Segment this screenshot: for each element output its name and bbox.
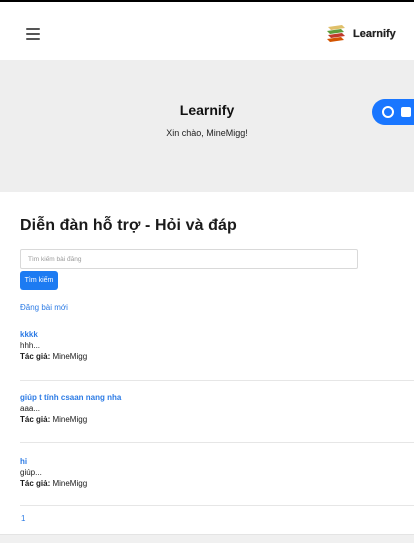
post-title[interactable]: hi xyxy=(20,456,414,467)
navbar: Learnify xyxy=(0,8,414,60)
post-excerpt: hhh... xyxy=(20,341,41,350)
hero-title: Learnify xyxy=(179,102,235,118)
brand-name: Learnify xyxy=(353,28,396,40)
post-item: giúp t tính csaan nang nha aaa... Tác gi… xyxy=(20,392,414,425)
post-excerpt: giúp... xyxy=(20,468,42,477)
refresh-icon[interactable] xyxy=(382,106,394,118)
hero-banner: Learnify Xin chào, MineMigg! xyxy=(0,60,414,192)
camera-icon[interactable] xyxy=(401,107,411,117)
post-item: kkkk hhh... Tác giả: MineMigg xyxy=(20,329,414,362)
brand-logo[interactable]: Learnify xyxy=(324,22,404,46)
search-input[interactable] xyxy=(20,249,358,269)
divider xyxy=(20,380,414,381)
author-label: Tác giả: xyxy=(20,352,51,361)
post-excerpt: aaa... xyxy=(20,404,41,413)
floating-action-button[interactable] xyxy=(372,99,414,125)
page-title: Diễn đàn hỗ trợ - Hỏi và đáp xyxy=(20,217,237,234)
author-name: MineMigg xyxy=(52,352,88,361)
post-author: Tác giả: MineMigg xyxy=(20,478,414,489)
divider xyxy=(20,505,414,506)
search-button[interactable]: Tìm kiếm xyxy=(20,271,58,290)
post-item: hi giúp... Tác giả: MineMigg xyxy=(20,456,414,489)
new-post-link[interactable]: Đăng bài mới xyxy=(20,303,68,312)
author-name: MineMigg xyxy=(52,415,88,424)
divider xyxy=(20,442,414,443)
books-icon xyxy=(327,25,345,42)
author-label: Tác giả: xyxy=(20,415,51,424)
post-author: Tác giả: MineMigg xyxy=(20,414,414,425)
post-title[interactable]: giúp t tính csaan nang nha xyxy=(20,392,414,403)
top-edge xyxy=(0,0,414,8)
post-author: Tác giả: MineMigg xyxy=(20,351,414,362)
author-label: Tác giả: xyxy=(20,479,51,488)
greeting-text: Xin chào, MineMigg! xyxy=(166,128,248,138)
hamburger-icon[interactable] xyxy=(26,28,40,40)
post-title[interactable]: kkkk xyxy=(20,329,414,340)
pagination-page[interactable]: 1 xyxy=(21,514,25,523)
author-name: MineMigg xyxy=(52,479,88,488)
